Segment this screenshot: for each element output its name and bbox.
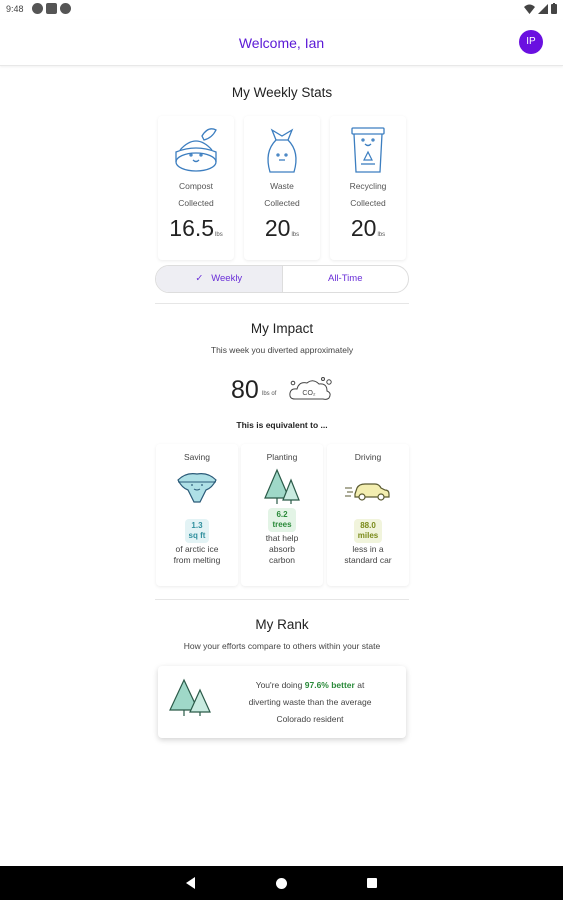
divider xyxy=(155,599,409,600)
stat-value-number: 16.5 xyxy=(169,215,215,241)
impact-amount: 80 xyxy=(231,376,259,404)
rank-line3: Colorado resident xyxy=(276,714,344,724)
stat-label-line2: Collected xyxy=(350,198,386,208)
equivalent-label: This is equivalent to ... xyxy=(236,420,328,430)
stat-value: 16.5lbs xyxy=(158,215,234,242)
back-icon[interactable] xyxy=(186,877,195,889)
rank-highlight: 97.6% better xyxy=(304,680,355,690)
impact-card-saving: Saving 1.3 sq ft of arctic ice from melt… xyxy=(156,444,238,586)
avatar[interactable]: IP xyxy=(519,30,543,54)
badge-value: 1.3 xyxy=(191,521,203,530)
recycling-bin-icon xyxy=(351,127,385,173)
impact-desc: that help absorb carbon xyxy=(241,533,323,566)
weekly-stats-title: My Weekly Stats xyxy=(231,85,333,100)
stat-unit: lbs xyxy=(377,232,386,238)
waste-bag-icon xyxy=(267,128,297,173)
status-icons xyxy=(32,3,71,14)
stat-label-line1: Waste xyxy=(270,181,294,191)
stat-unit: lbs xyxy=(215,232,223,238)
impact-card-caption: Saving xyxy=(184,452,210,462)
desc-line1: that help xyxy=(265,533,299,543)
desc-line1: less in a xyxy=(352,544,384,554)
home-icon[interactable] xyxy=(276,878,287,889)
impact-card-caption: Driving xyxy=(354,452,382,462)
system-nav-bar xyxy=(0,866,563,900)
signal-icon xyxy=(538,3,548,14)
sim-icon xyxy=(46,3,57,14)
a-icon xyxy=(32,3,43,14)
impact-subtitle: This week you diverted approximately xyxy=(210,345,354,355)
status-bar: 9:48 xyxy=(0,0,563,20)
recents-icon[interactable] xyxy=(367,878,377,888)
app-title: Welcome, Ian xyxy=(238,35,325,51)
toggle-weekly[interactable]: ✓ Weekly xyxy=(156,266,283,292)
wifi-icon xyxy=(524,4,535,14)
stat-label-line1: Recycling xyxy=(349,181,387,191)
badge-unit: trees xyxy=(272,520,292,529)
stat-card-waste: Waste Collected 20lbs xyxy=(244,116,320,260)
desc-line3: carbon xyxy=(269,555,295,565)
desc-line1: of arctic ice xyxy=(175,544,219,554)
impact-badge: 88.0 miles xyxy=(327,519,409,543)
impact-badge: 1.3 sq ft xyxy=(156,519,238,543)
impact-card-driving: Driving 88.0 miles less in a standard ca… xyxy=(327,444,409,586)
impact-card-planting: Planting 6.2 trees that help absorb carb… xyxy=(241,444,323,586)
rank-card: You're doing 97.6% better at diverting w… xyxy=(158,666,406,738)
stat-label-line2: Collected xyxy=(178,198,214,208)
rank-line1-pre: You're doing xyxy=(255,680,303,690)
toggle-all-time[interactable]: All-Time xyxy=(283,266,409,292)
impact-unit-label: lbs of xyxy=(262,391,277,397)
stats-cards: Compost Collected 16.5lbs Waste Collecte… xyxy=(155,116,409,260)
iceberg-icon xyxy=(177,473,217,503)
desc-line2: standard car xyxy=(344,555,392,565)
battery-icon xyxy=(551,3,557,14)
impact-badge: 6.2 trees xyxy=(241,508,323,532)
period-toggle: ✓ Weekly All-Time xyxy=(155,265,409,293)
rank-subtitle: How your efforts compare to others withi… xyxy=(183,641,381,651)
badge-value: 88.0 xyxy=(360,521,376,530)
status-time: 9:48 xyxy=(6,4,24,14)
stat-value: 20lbs xyxy=(330,215,406,242)
badge-unit: sq ft xyxy=(188,531,206,540)
impact-cards: Saving 1.3 sq ft of arctic ice from melt… xyxy=(155,444,409,586)
check-icon: ✓ xyxy=(195,273,204,284)
stat-card-compost: Compost Collected 16.5lbs xyxy=(158,116,234,260)
stat-value-number: 20 xyxy=(264,215,291,241)
stat-unit: lbs xyxy=(291,232,300,238)
stat-label-line1: Compost xyxy=(178,181,213,191)
stat-value-number: 20 xyxy=(350,215,377,241)
stat-value: 20lbs xyxy=(244,215,320,242)
status-right-icons xyxy=(524,3,557,14)
badge-value: 6.2 xyxy=(276,510,288,519)
stat-label-line2: Collected xyxy=(264,198,300,208)
rank-line1-post: at xyxy=(357,680,365,690)
app-bar: Welcome, Ian IP xyxy=(0,20,563,66)
toggle-all-time-label: All-Time xyxy=(328,273,363,284)
co2-cloud-icon: CO₂ xyxy=(289,377,332,400)
divider xyxy=(155,303,409,304)
badge-unit: miles xyxy=(357,531,379,540)
stat-label: Compost Collected xyxy=(158,178,234,212)
impact-title: My Impact xyxy=(250,321,314,336)
p-icon xyxy=(60,3,71,14)
rank-title: My Rank xyxy=(255,617,309,632)
trees-icon xyxy=(169,678,211,716)
desc-line2: from melting xyxy=(173,555,221,565)
car-icon xyxy=(345,483,390,501)
stat-card-recycling: Recycling Collected 20lbs xyxy=(330,116,406,260)
impact-desc: less in a standard car xyxy=(327,544,409,566)
rank-line2: diverting waste than the average xyxy=(248,697,372,707)
toggle-weekly-label: Weekly xyxy=(211,273,243,284)
desc-line2: absorb xyxy=(269,544,295,554)
co2-label: CO₂ xyxy=(302,390,316,397)
compost-icon xyxy=(175,128,217,172)
impact-desc: of arctic ice from melting xyxy=(156,544,238,566)
stat-label: Waste Collected xyxy=(244,178,320,212)
trees-icon xyxy=(264,468,300,504)
rank-text: You're doing 97.6% better at diverting w… xyxy=(218,677,402,728)
stat-label: Recycling Collected xyxy=(330,178,406,212)
impact-card-caption: Planting xyxy=(266,452,298,462)
